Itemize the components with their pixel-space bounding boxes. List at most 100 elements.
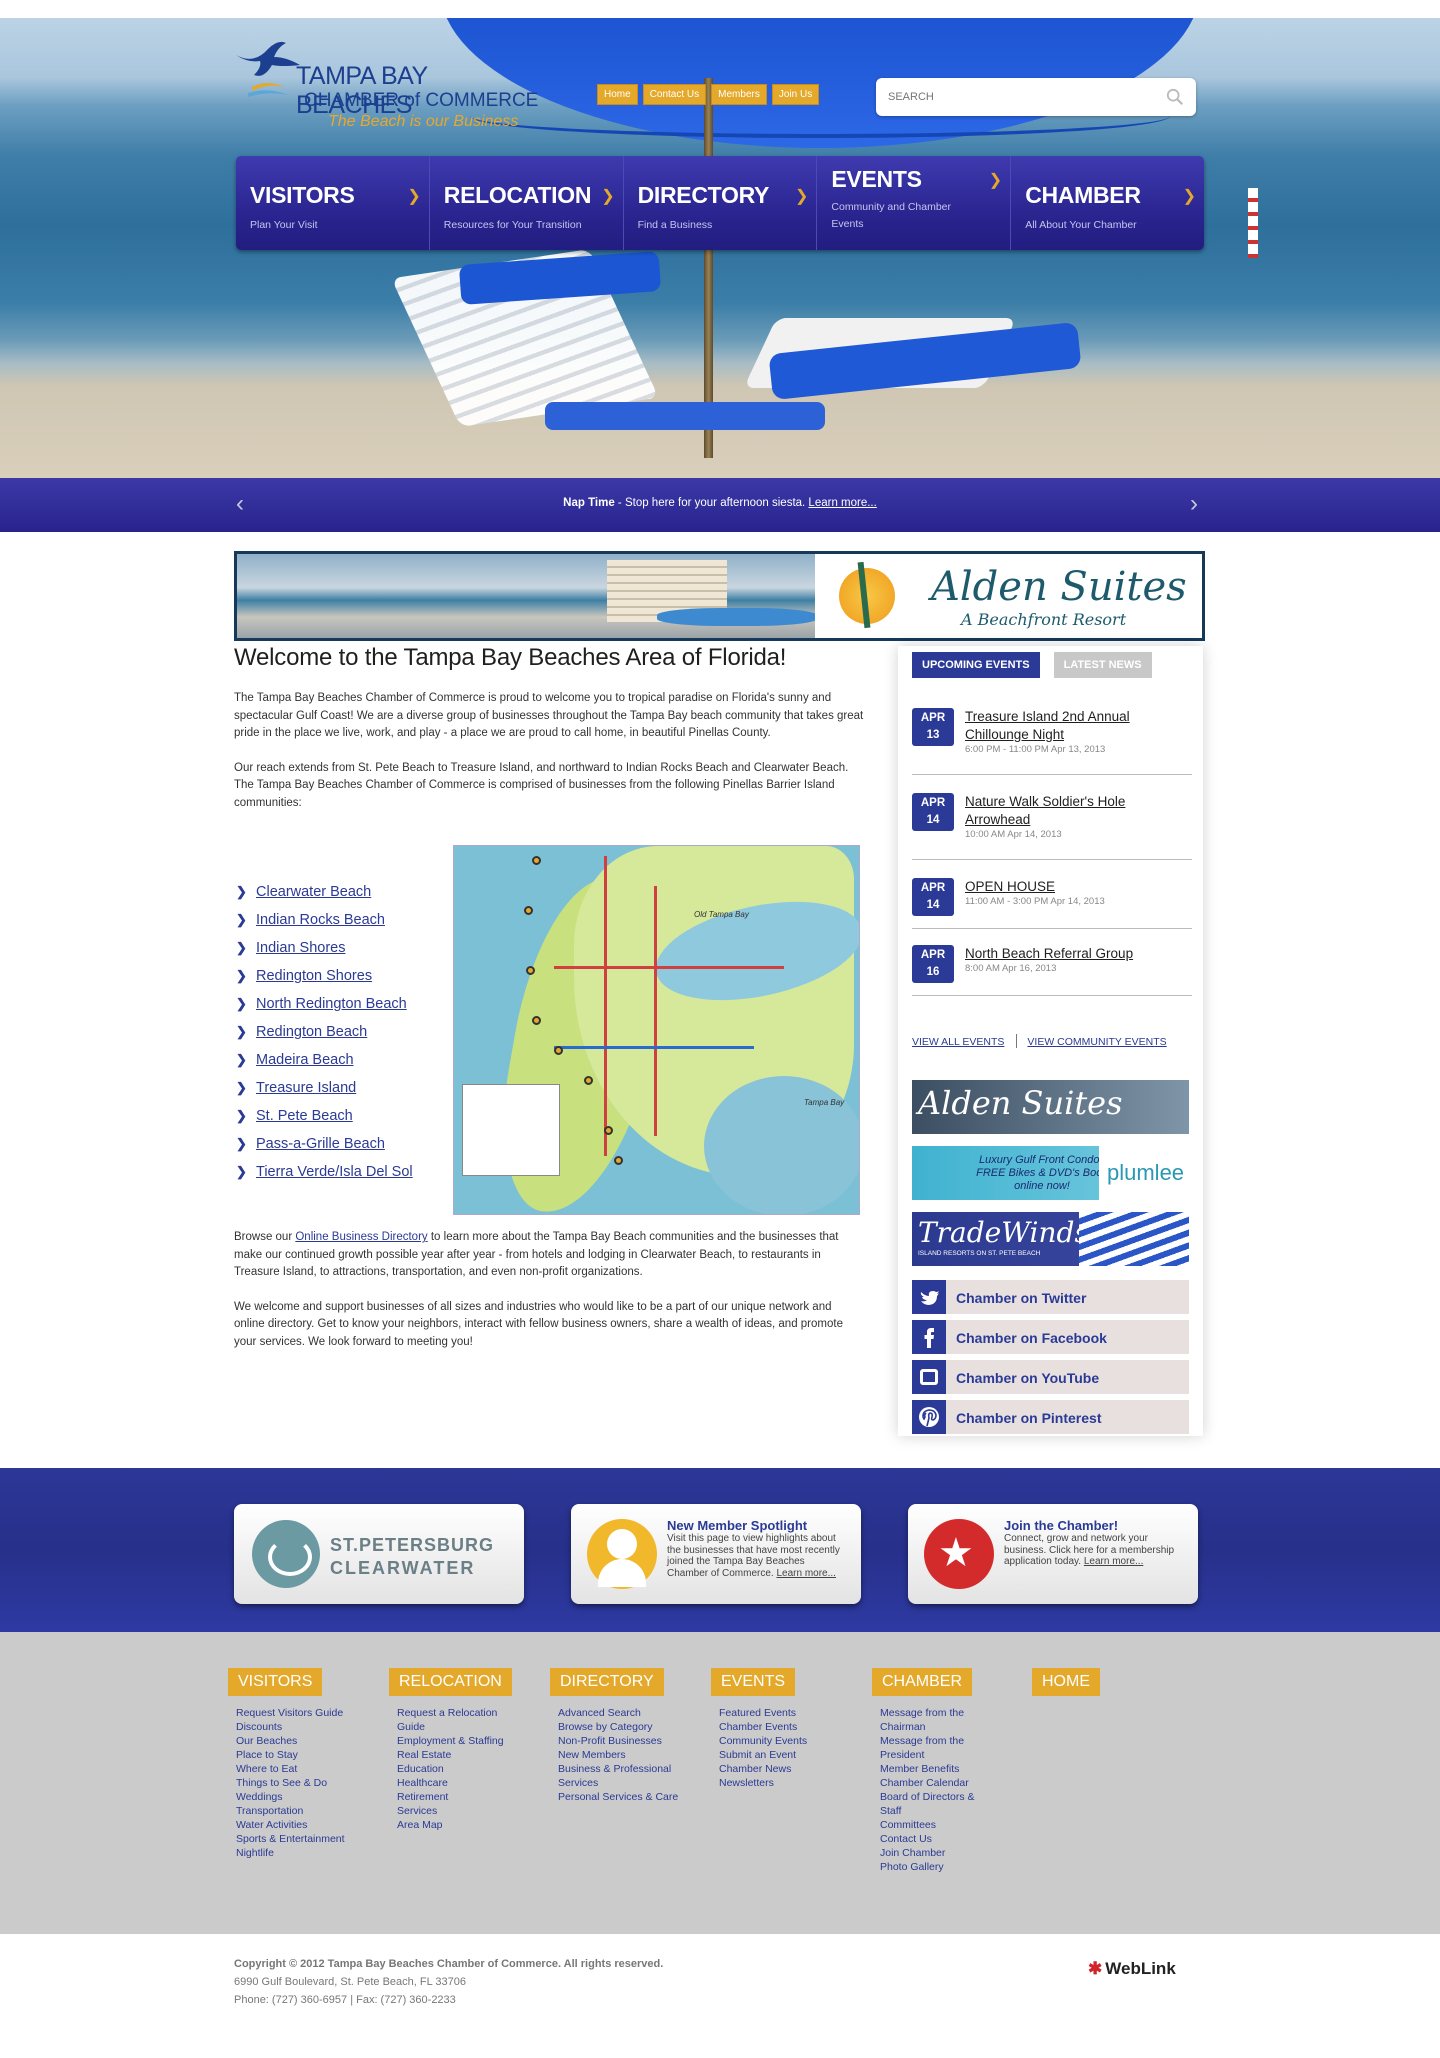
footer-link[interactable]: Our Beaches (236, 1734, 376, 1748)
event-title-link[interactable]: OPEN HOUSE (965, 878, 1185, 896)
nav-directory[interactable]: DIRECTORY Find a Business ❯ (624, 156, 818, 250)
social-facebook[interactable]: Chamber on Facebook (912, 1320, 1189, 1354)
footer-link[interactable]: Business & Professional Services (558, 1762, 683, 1790)
footer-link[interactable]: Retirement (397, 1790, 522, 1804)
footer-link[interactable]: Message from the Chairman (880, 1706, 990, 1734)
nav-events[interactable]: EVENTS Community and Chamber Events ❯ (817, 156, 1012, 250)
weblink-logo[interactable]: ✱ WebLink (1088, 1959, 1176, 1979)
footer-link[interactable]: Request a Relocation Guide (397, 1706, 522, 1734)
event-title-link[interactable]: Nature Walk Soldier's Hole Arrowhead (965, 793, 1185, 829)
footer-link[interactable]: Message from the President (880, 1734, 990, 1762)
footer-link[interactable]: Non-Profit Businesses (558, 1734, 683, 1748)
footer-link[interactable]: Where to Eat (236, 1762, 376, 1776)
community-link[interactable]: Redington Beach (256, 1024, 367, 1040)
footer-heading-relocation[interactable]: RELOCATION (389, 1668, 512, 1696)
footer-link[interactable]: Personal Services & Care (558, 1790, 683, 1804)
footer-link[interactable]: Community Events (719, 1734, 829, 1748)
community-link[interactable]: St. Pete Beach (256, 1108, 353, 1124)
footer-link[interactable]: Join Chamber (880, 1846, 990, 1860)
new-member-spotlight-card[interactable]: New Member Spotlight Visit this page to … (571, 1504, 861, 1604)
area-map[interactable]: Old Tampa Bay Tampa Bay (453, 845, 860, 1215)
tab-latest-news[interactable]: LATEST NEWS (1053, 652, 1152, 678)
footer-link[interactable]: Things to See & Do (236, 1776, 376, 1790)
community-link[interactable]: Redington Shores (256, 968, 372, 984)
community-link[interactable]: Treasure Island (256, 1080, 356, 1096)
chevron-down-icon[interactable]: ❯ (1183, 186, 1196, 206)
footer-link[interactable]: Featured Events (719, 1706, 829, 1720)
home-link[interactable]: Home (597, 84, 638, 105)
online-directory-link[interactable]: Online Business Directory (295, 1231, 427, 1243)
join-chamber-card[interactable]: ★ Join the Chamber! Connect, grow and ne… (908, 1504, 1198, 1604)
chamber-logo[interactable]: TAMPA BAY BEACHES CHAMBER of COMMERCE Th… (234, 35, 544, 135)
footer-heading-events[interactable]: EVENTS (711, 1668, 796, 1696)
chevron-down-icon[interactable]: ❯ (601, 186, 614, 206)
footer-link[interactable]: Advanced Search (558, 1706, 683, 1720)
community-link[interactable]: Indian Rocks Beach (256, 912, 385, 928)
footer-link[interactable]: Chamber Events (719, 1720, 829, 1734)
footer-heading-visitors[interactable]: VISITORS (228, 1668, 323, 1696)
community-link[interactable]: Indian Shores (256, 940, 345, 956)
nav-visitors[interactable]: VISITORS Plan Your Visit ❯ (236, 156, 430, 250)
footer-heading-directory[interactable]: DIRECTORY (550, 1668, 664, 1696)
social-youtube[interactable]: Chamber on YouTube (912, 1360, 1189, 1394)
slider-learn-more-link[interactable]: Learn more... (808, 497, 876, 509)
chevron-down-icon[interactable]: ❯ (407, 186, 420, 206)
footer-link[interactable]: Member Benefits (880, 1762, 990, 1776)
footer-link[interactable]: Real Estate (397, 1748, 522, 1762)
footer-link[interactable]: Committees (880, 1818, 990, 1832)
event-title-link[interactable]: North Beach Referral Group (965, 945, 1185, 963)
community-link[interactable]: Pass-a-Grille Beach (256, 1136, 385, 1152)
footer-link[interactable]: Discounts (236, 1720, 376, 1734)
tradewinds-ad[interactable]: TradeWinds ISLAND RESORTS ON ST. PETE BE… (912, 1212, 1189, 1266)
view-community-events-link[interactable]: VIEW COMMUNITY EVENTS (1027, 1036, 1166, 1048)
chevron-down-icon[interactable]: ❯ (989, 170, 1002, 190)
footer-link[interactable]: Board of Directors & Staff (880, 1790, 990, 1818)
card2-learn-more-link[interactable]: Learn more... (776, 1568, 835, 1579)
join-us-link[interactable]: Join Us (771, 84, 820, 105)
footer-link[interactable]: Transportation (236, 1804, 376, 1818)
footer-link[interactable]: Education (397, 1762, 522, 1776)
footer-link[interactable]: New Members (558, 1748, 683, 1762)
alden-suites-banner-ad[interactable]: Alden Suites A Beachfront Resort (234, 551, 1205, 641)
footer-heading-home[interactable]: HOME (1032, 1668, 1100, 1696)
chevron-down-icon[interactable]: ❯ (795, 186, 808, 206)
card3-learn-more-link[interactable]: Learn more... (1084, 1556, 1143, 1567)
search-icon[interactable] (1166, 88, 1184, 106)
community-link[interactable]: North Redington Beach (256, 996, 407, 1012)
footer-heading-chamber[interactable]: CHAMBER (872, 1668, 973, 1696)
footer-link[interactable]: Sports & Entertainment (236, 1832, 376, 1846)
footer-link[interactable]: Employment & Staffing (397, 1734, 522, 1748)
event-title-link[interactable]: Treasure Island 2nd Annual Chillounge Ni… (965, 708, 1185, 744)
visit-stpete-clearwater-card[interactable]: ST.PETERSBURG CLEARWATER (234, 1504, 524, 1604)
community-link[interactable]: Madeira Beach (256, 1052, 354, 1068)
footer-link[interactable]: Browse by Category (558, 1720, 683, 1734)
tab-upcoming-events[interactable]: UPCOMING EVENTS (912, 652, 1040, 678)
community-link[interactable]: Clearwater Beach (256, 884, 371, 900)
footer-link[interactable]: Area Map (397, 1818, 522, 1832)
footer-link[interactable]: Request Visitors Guide (236, 1706, 376, 1720)
alden-suites-ad[interactable]: Alden Suites (912, 1080, 1189, 1134)
footer-link[interactable]: Services (397, 1804, 522, 1818)
footer-link[interactable]: Chamber News (719, 1762, 829, 1776)
footer-link[interactable]: Healthcare (397, 1776, 522, 1790)
footer-link[interactable]: Chamber Calendar (880, 1776, 990, 1790)
plumlee-ad[interactable]: Luxury Gulf Front Condos FREE Bikes & DV… (912, 1146, 1189, 1200)
nav-relocation[interactable]: RELOCATION Resources for Your Transition… (430, 156, 624, 250)
community-link[interactable]: Tierra Verde/Isla Del Sol (256, 1164, 413, 1180)
nav-chamber[interactable]: CHAMBER All About Your Chamber ❯ (1011, 156, 1204, 250)
footer-link[interactable]: Water Activities (236, 1818, 376, 1832)
members-link[interactable]: Members (711, 84, 767, 105)
footer-link[interactable]: Photo Gallery (880, 1860, 990, 1874)
footer-link[interactable]: Newsletters (719, 1776, 829, 1790)
search-input[interactable] (888, 91, 1166, 103)
footer-link[interactable]: Place to Stay (236, 1748, 376, 1762)
footer-link[interactable]: Weddings (236, 1790, 376, 1804)
view-all-events-link[interactable]: VIEW ALL EVENTS (912, 1036, 1004, 1048)
contact-us-link[interactable]: Contact Us (642, 84, 707, 105)
footer-link[interactable]: Nightlife (236, 1846, 376, 1860)
social-twitter[interactable]: Chamber on Twitter (912, 1280, 1189, 1314)
footer-link[interactable]: Contact Us (880, 1832, 990, 1846)
social-pinterest[interactable]: Chamber on Pinterest (912, 1400, 1189, 1434)
next-slide-icon[interactable]: › (1190, 490, 1198, 518)
footer-link[interactable]: Submit an Event (719, 1748, 829, 1762)
